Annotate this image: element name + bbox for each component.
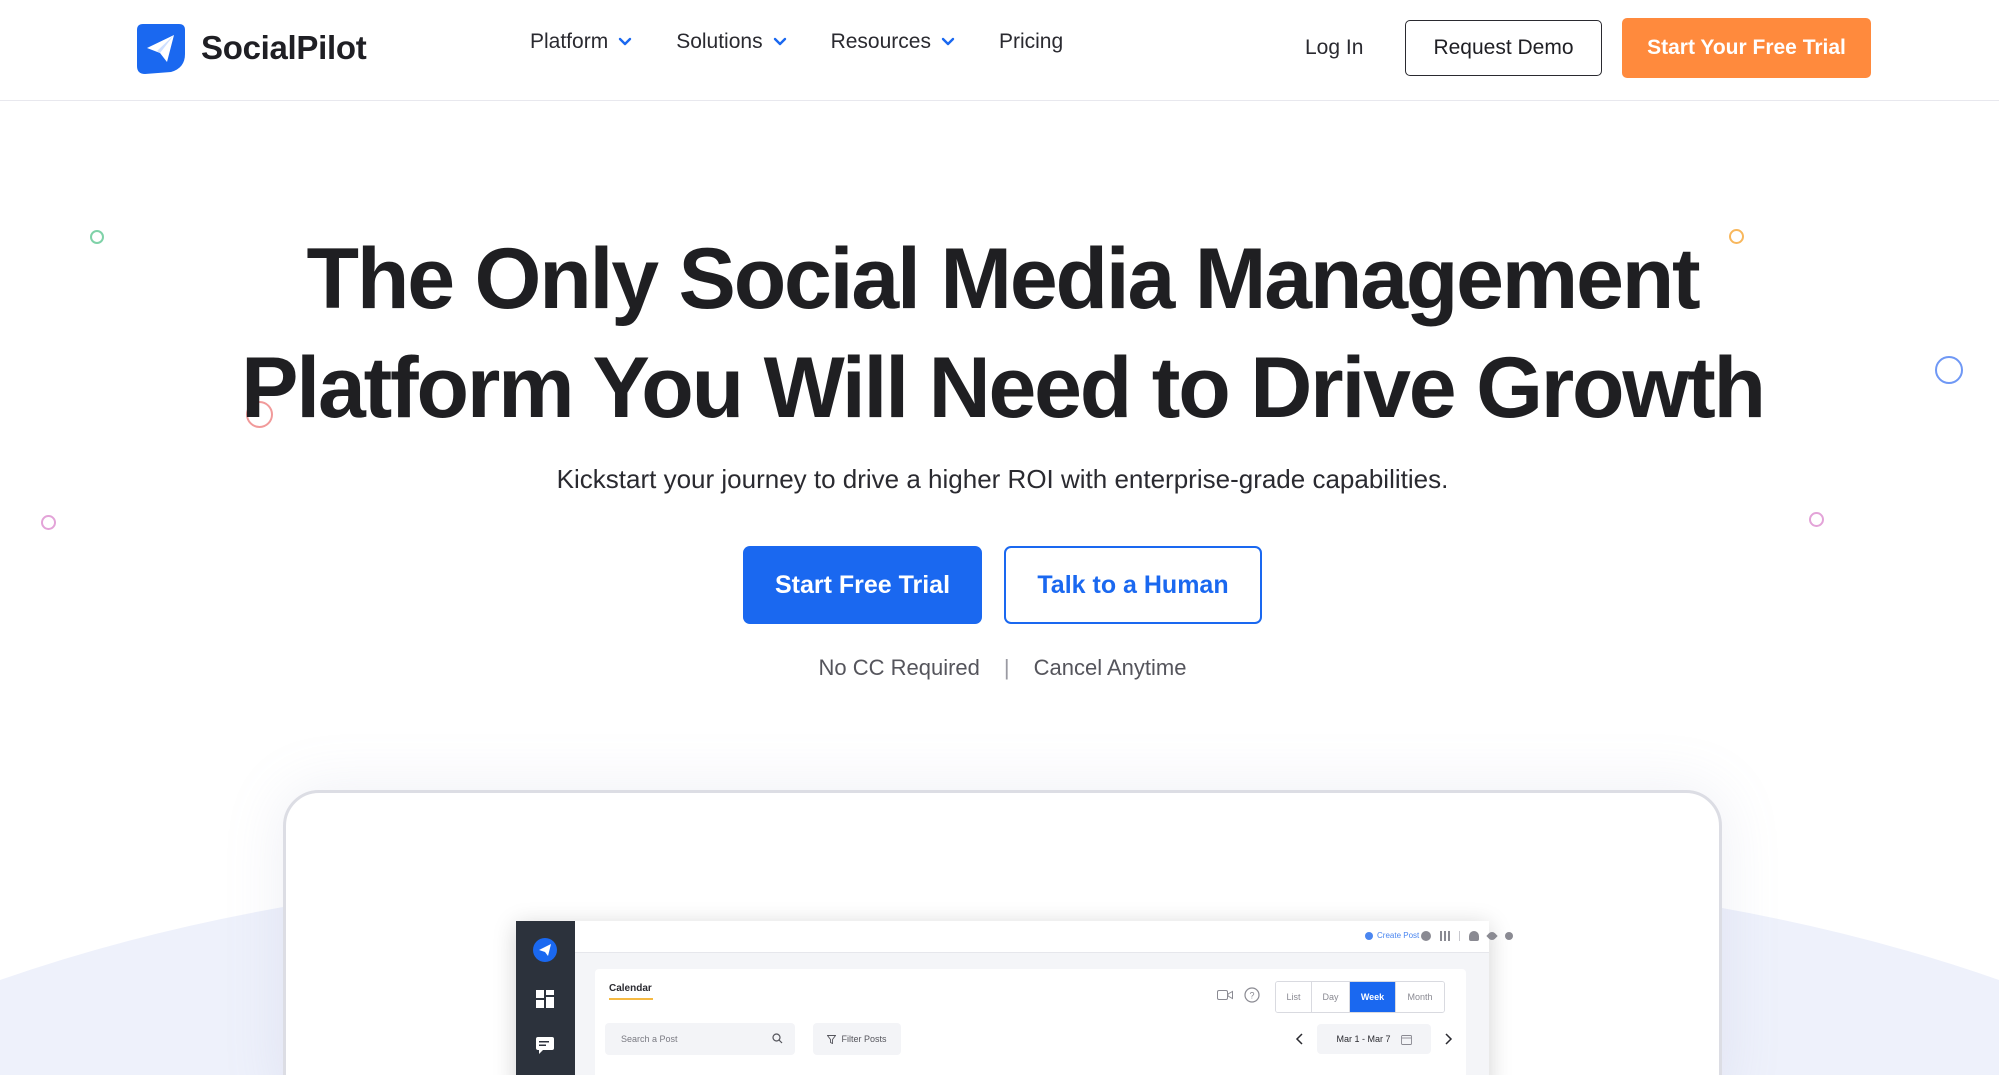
hero-headline: The Only Social Media Management Platfor… xyxy=(0,225,1999,443)
note-separator: | xyxy=(1003,655,1010,680)
calendar-title-underline xyxy=(609,998,653,1000)
start-free-trial-header-button[interactable]: Start Your Free Trial xyxy=(1622,18,1871,78)
video-camera-icon[interactable] xyxy=(1217,989,1233,1001)
nav-item-platform[interactable]: Platform xyxy=(530,30,634,54)
calendar-title: Calendar xyxy=(609,983,652,994)
view-list[interactable]: List xyxy=(1276,982,1312,1012)
nav-item-solutions[interactable]: Solutions xyxy=(676,30,788,54)
decor-circle-pink-left xyxy=(41,515,56,530)
posts-icon[interactable] xyxy=(533,1033,557,1057)
chevron-down-icon xyxy=(618,37,632,46)
login-link[interactable]: Log In xyxy=(1305,36,1363,60)
date-range-label: Mar 1 - Mar 7 xyxy=(1336,1034,1391,1044)
hero-headline-line1: The Only Social Media Management xyxy=(306,231,1701,327)
note-no-cc: No CC Required xyxy=(818,655,980,680)
filter-icon xyxy=(827,1034,837,1044)
dashboard-icon[interactable] xyxy=(533,987,557,1011)
svg-text:?: ? xyxy=(1249,991,1254,1001)
app-topbar: Create Post xyxy=(575,921,1513,953)
settings-icon[interactable] xyxy=(1421,931,1431,941)
date-range-picker[interactable]: Mar 1 - Mar 7 xyxy=(1317,1024,1431,1054)
logo-mark-icon xyxy=(137,24,185,74)
rocket-icon[interactable] xyxy=(1486,930,1498,942)
chevron-left-icon[interactable] xyxy=(1295,1033,1305,1045)
calendar-icon xyxy=(1400,1034,1412,1045)
main-nav: Platform Solutions Resources Pricing xyxy=(530,30,1105,54)
nav-label: Pricing xyxy=(998,30,1064,53)
search-icon xyxy=(772,1033,783,1044)
create-post-label: Create Post xyxy=(1377,931,1420,940)
hero-subheadline: Kickstart your journey to drive a higher… xyxy=(556,464,1449,494)
nav-label: Platform xyxy=(530,30,609,53)
decor-circle-pink-right xyxy=(1809,512,1824,527)
view-month[interactable]: Month xyxy=(1396,982,1444,1012)
nav-label: Solutions xyxy=(676,30,763,53)
create-post-button[interactable]: Create Post xyxy=(1365,931,1419,940)
chevron-right-icon[interactable] xyxy=(1443,1033,1453,1045)
search-post-input[interactable]: Search a Post xyxy=(605,1023,795,1055)
logo[interactable]: SocialPilot xyxy=(133,20,367,76)
help-icon[interactable]: ? xyxy=(1244,987,1260,1003)
app-logo-icon xyxy=(533,938,557,962)
chevron-down-icon xyxy=(773,37,786,46)
filter-posts-button[interactable]: Filter Posts xyxy=(813,1023,901,1055)
view-week[interactable]: Week xyxy=(1350,982,1396,1012)
divider xyxy=(1459,931,1460,941)
logo-text: SocialPilot xyxy=(201,29,367,66)
topbar-icons xyxy=(1421,930,1522,942)
view-switcher: List Day Week Month xyxy=(1275,981,1445,1013)
hero-headline-line2: Platform You Will Need to Drive Growth xyxy=(241,340,1766,436)
view-day[interactable]: Day xyxy=(1312,982,1350,1012)
nav-item-resources[interactable]: Resources xyxy=(831,30,957,54)
request-demo-button[interactable]: Request Demo xyxy=(1405,20,1602,76)
talk-to-human-button[interactable]: Talk to a Human xyxy=(1004,546,1262,624)
filter-label: Filter Posts xyxy=(841,1034,887,1044)
app-preview: Create Post Calendar ? List Day Week Mon… xyxy=(516,921,1513,1075)
plus-icon xyxy=(1365,931,1373,940)
date-navigator: Mar 1 - Mar 7 xyxy=(1295,1023,1453,1055)
nav-label: Resources xyxy=(830,30,931,53)
chevron-down-icon xyxy=(941,37,955,46)
bell-icon[interactable] xyxy=(1469,931,1479,941)
start-free-trial-button[interactable]: Start Free Trial xyxy=(743,546,982,624)
note-cancel-anytime: Cancel Anytime xyxy=(1033,655,1187,680)
search-placeholder: Search a Post xyxy=(621,1034,678,1044)
app-sidebar xyxy=(516,921,575,1075)
site-header: SocialPilot Platform Solutions Resources… xyxy=(0,0,1999,101)
cta-notes: No CC Required | Cancel Anytime xyxy=(0,655,1999,681)
nav-item-pricing[interactable]: Pricing xyxy=(999,30,1063,54)
calendar-panel: Calendar ? List Day Week Month Search a … xyxy=(595,969,1466,1075)
user-icon[interactable] xyxy=(1505,932,1513,940)
grid-icon[interactable] xyxy=(1440,931,1450,941)
